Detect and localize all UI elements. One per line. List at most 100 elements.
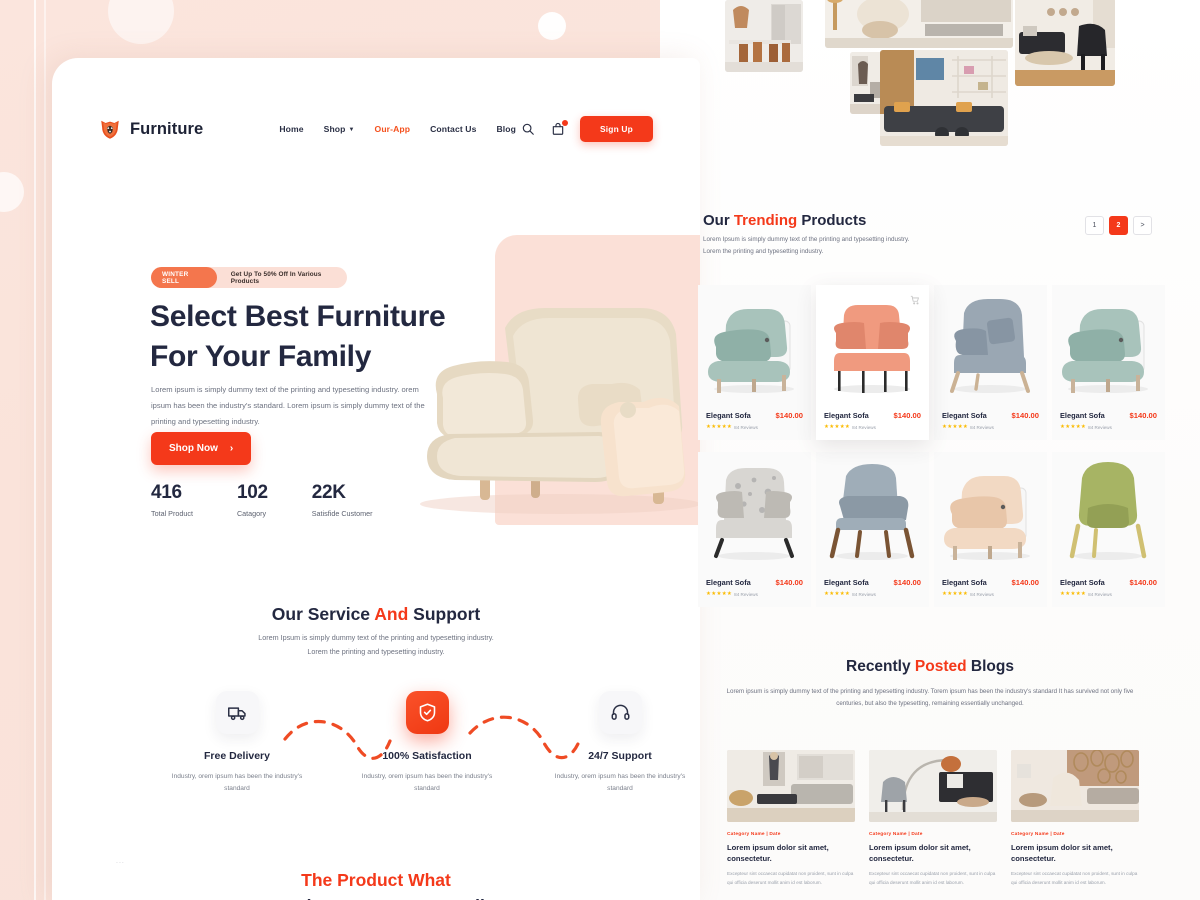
trending-title-post: Products	[797, 212, 867, 229]
product-review-count: 84 Reviews	[1088, 591, 1112, 597]
hero-paragraph: Lorem ipsum is simply dummy text of the …	[151, 385, 425, 426]
star-rating-icon: ★★★★★	[706, 424, 733, 430]
product-info: Elegant Sofa ★★★★★ 84 Reviews $140.00	[934, 404, 1047, 440]
blog-meta: Category Name | Date	[1011, 832, 1065, 837]
trending-grid-row-1: Elegant Sofa ★★★★★ 84 Reviews $140.00 Elega…	[698, 285, 1165, 440]
service-name: Free Delivery	[204, 750, 270, 762]
product-image	[1052, 452, 1165, 571]
promo-badge-text: Get Up To 50% Off In Various Products	[230, 270, 322, 285]
star-rating-icon: ★★★★★	[1060, 424, 1087, 430]
pagination-page-2[interactable]: 2	[1109, 216, 1128, 235]
page-title: Select Best Furniture For Your Family	[150, 297, 480, 377]
stat-total-product: 416 Total Product	[151, 482, 193, 518]
nav-link-home[interactable]: Home	[279, 124, 303, 134]
product-review-count: 84 Reviews	[852, 591, 876, 597]
product-price: $140.00	[775, 411, 803, 420]
product-review-count: 84 Reviews	[970, 591, 994, 597]
product-name: Elegant Sofa	[706, 578, 751, 587]
nav-link-blog[interactable]: Blog	[496, 124, 516, 134]
product-info: Elegant Sofa ★★★★★ 84 Reviews $140.00	[698, 571, 811, 607]
product-card[interactable]: Elegant Sofa ★★★★★ 84 Reviews $140.00	[698, 285, 811, 440]
shield-check-icon	[405, 691, 449, 734]
blog-thumbnail	[727, 750, 855, 822]
add-to-cart-icon[interactable]	[910, 295, 920, 305]
interior-photo-mosaic	[725, 0, 1200, 146]
mosaic-photo-living	[825, 0, 1013, 48]
brand-logo[interactable]: Furniture	[99, 119, 203, 140]
blog-card[interactable]: Category Name | Date Lorem ipsum dolor si…	[869, 750, 997, 887]
product-rating: ★★★★★ 84 Reviews	[1060, 424, 1112, 430]
nav-link-shop[interactable]: Shop ▼	[324, 124, 355, 134]
chevron-right-icon: ›	[229, 443, 234, 454]
delivery-truck-icon	[215, 691, 259, 734]
product-review-count: 84 Reviews	[852, 424, 876, 430]
service-card-satisfaction[interactable]: 100% Satisfaction Industry, orem ipsum h…	[342, 691, 512, 795]
promo-badge: WINTER SELL Get Up To 50% Off In Various…	[151, 267, 347, 288]
blog-card[interactable]: Category Name | Date Lorem ipsum dolor si…	[727, 750, 855, 887]
product-info: Elegant Sofa ★★★★★ 84 Reviews $140.00	[816, 571, 929, 607]
hero-title-line1: Select Best Furniture	[150, 300, 446, 333]
right-page-panel: Our Trending Products Lorem Ipsum is sim…	[660, 0, 1200, 900]
product-name: Elegant Sofa	[824, 411, 869, 420]
product-rating: ★★★★★ 84 Reviews	[706, 424, 758, 430]
services-subtitle: Lorem Ipsum is simply dummy text of the …	[52, 631, 700, 659]
product-card[interactable]: Elegant Sofa ★★★★★ 84 Reviews $140.00	[934, 285, 1047, 440]
pagination-page-1[interactable]: 1	[1085, 216, 1104, 235]
service-desc: Industry, orem ipsum has been the indust…	[171, 773, 303, 792]
product-review-count: 84 Reviews	[734, 591, 758, 597]
blog-card[interactable]: Category Name | Date Lorem ipsum dolor si…	[1011, 750, 1139, 887]
blogs-title-highlight: Posted	[914, 658, 967, 675]
trending-subtitle: Lorem Ipsum is simply dummy text of the …	[703, 234, 1003, 257]
cart-count-badge	[561, 120, 568, 126]
product-image	[698, 285, 811, 404]
product-card[interactable]: Elegant Sofa ★★★★★ 84 Reviews $140.00	[1052, 285, 1165, 440]
blog-meta: Category Name | Date	[727, 832, 781, 837]
nav-link-our-app[interactable]: Our-App	[375, 124, 411, 134]
services-title-pre: Our Service	[271, 604, 375, 624]
product-info: Elegant Sofa ★★★★★ 84 Reviews $140.00	[816, 404, 929, 440]
decor-circle-small	[538, 12, 566, 40]
product-name: Elegant Sofa	[1060, 411, 1105, 420]
star-rating-icon: ★★★★★	[1060, 591, 1087, 597]
blogs-title-pre: Recently	[846, 658, 915, 675]
mosaic-photo-dining	[725, 0, 803, 72]
stat-label: Catagory	[236, 509, 267, 518]
services-subtitle-line2: Lorem the printing and typesetting indus…	[307, 647, 445, 656]
product-price: $140.00	[1129, 578, 1157, 587]
product-info: Elegant Sofa ★★★★★ 84 Reviews $140.00	[698, 404, 811, 440]
blogs-title-post: Blogs	[966, 658, 1014, 675]
trending-grid-row-2: Elegant Sofa ★★★★★ 84 Reviews $140.00 Elega…	[698, 452, 1165, 607]
trending-pagination: 1 2 >	[1085, 216, 1152, 235]
product-card[interactable]: Elegant Sofa ★★★★★ 84 Reviews $140.00	[816, 452, 929, 607]
blogs-row: Category Name | Date Lorem ipsum dolor si…	[727, 750, 1139, 887]
shopping-bag-icon[interactable]	[550, 120, 568, 137]
brand-name: Furniture	[130, 119, 204, 138]
fox-logo-icon	[101, 120, 119, 139]
product-name: Elegant Sofa	[824, 578, 869, 587]
pagination-next[interactable]: >	[1133, 216, 1152, 235]
search-icon[interactable]	[520, 121, 536, 137]
blog-thumbnail	[869, 750, 997, 822]
product-price: $140.00	[893, 578, 921, 587]
service-name: 100% Satisfaction	[382, 750, 472, 762]
star-rating-icon: ★★★★★	[942, 424, 969, 430]
product-card[interactable]: Elegant Sofa ★★★★★ 84 Reviews $140.00	[698, 452, 811, 607]
blog-heading: Lorem ipsum dolor sit amet, consectetur.	[727, 843, 829, 863]
product-info: Elegant Sofa ★★★★★ 84 Reviews $140.00	[934, 571, 1047, 607]
nav-link-contact-us[interactable]: Contact Us	[430, 124, 476, 134]
sign-up-button[interactable]: Sign Up	[579, 116, 653, 142]
product-what-title-line1: The Product What	[301, 870, 451, 890]
blog-excerpt: Excepteur sint occaecat cupidatat non pr…	[869, 871, 996, 885]
product-card[interactable]: Elegant Sofa ★★★★★ 84 Reviews $140.00	[816, 285, 929, 440]
product-card[interactable]: Elegant Sofa ★★★★★ 84 Reviews $140.00	[1052, 452, 1165, 607]
product-card[interactable]: Elegant Sofa ★★★★★ 84 Reviews $140.00	[934, 452, 1047, 607]
product-rating: ★★★★★ 84 Reviews	[706, 591, 758, 597]
trending-title-pre: Our	[703, 212, 734, 229]
services-title-highlight: And	[374, 604, 409, 624]
product-image	[934, 452, 1047, 571]
product-rating: ★★★★★ 84 Reviews	[1060, 591, 1112, 597]
service-card-free-delivery[interactable]: Free Delivery Industry, orem ipsum has b…	[152, 691, 322, 795]
product-review-count: 84 Reviews	[970, 424, 994, 430]
star-rating-icon: ★★★★★	[824, 424, 851, 430]
shop-now-button[interactable]: Shop Now ›	[151, 432, 252, 465]
